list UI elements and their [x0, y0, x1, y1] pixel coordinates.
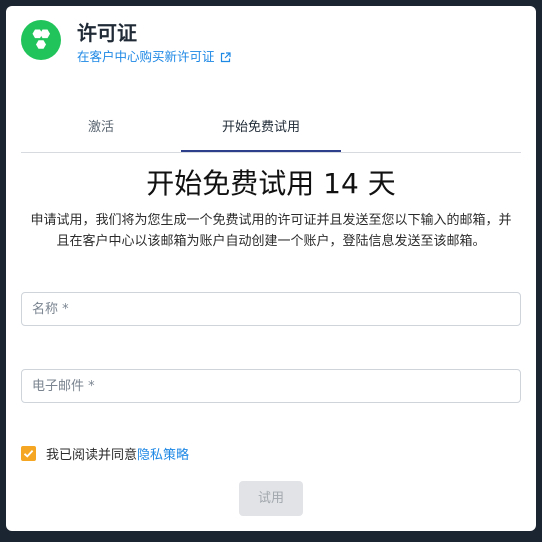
- email-input[interactable]: [22, 370, 520, 402]
- privacy-policy-link[interactable]: 隐私策略: [137, 448, 189, 463]
- name-field-wrapper: [21, 292, 521, 326]
- buy-license-link-label: 在客户中心购买新许可证: [77, 49, 215, 64]
- agreement-text-wrapper: 我已阅读并同意隐私策略: [46, 444, 189, 463]
- buy-license-link[interactable]: 在客户中心购买新许可证: [77, 48, 231, 66]
- honeycomb-icon: [21, 20, 61, 60]
- tab-bar: 激活 开始免费试用: [21, 111, 521, 153]
- license-dialog: 许可证 在客户中心购买新许可证 激活 开始免费试用 开始免费试用 14 天 申请…: [6, 6, 536, 531]
- tab-activate[interactable]: 激活: [21, 111, 181, 152]
- agreement-checkbox[interactable]: [21, 445, 36, 461]
- agreement-text: 我已阅读并同意: [46, 447, 138, 463]
- check-icon: [23, 449, 34, 458]
- dialog-title: 许可证: [77, 21, 137, 45]
- email-field-wrapper: [21, 369, 521, 403]
- trial-heading: 开始免费试用 14 天: [146, 167, 396, 200]
- header-text: 许可证 在客户中心购买新许可证: [77, 20, 231, 66]
- agreement-row: 我已阅读并同意隐私策略: [21, 444, 189, 463]
- trial-submit-button[interactable]: 试用: [239, 481, 303, 516]
- tab-free-trial[interactable]: 开始免费试用: [181, 111, 341, 152]
- name-input[interactable]: [22, 293, 520, 325]
- dialog-header: 许可证 在客户中心购买新许可证: [21, 20, 231, 66]
- external-link-icon: [220, 51, 231, 63]
- trial-description: 申请试用，我们将为您生成一个免费试用的许可证并且发送至您以下输入的邮箱，并且在客…: [30, 213, 512, 249]
